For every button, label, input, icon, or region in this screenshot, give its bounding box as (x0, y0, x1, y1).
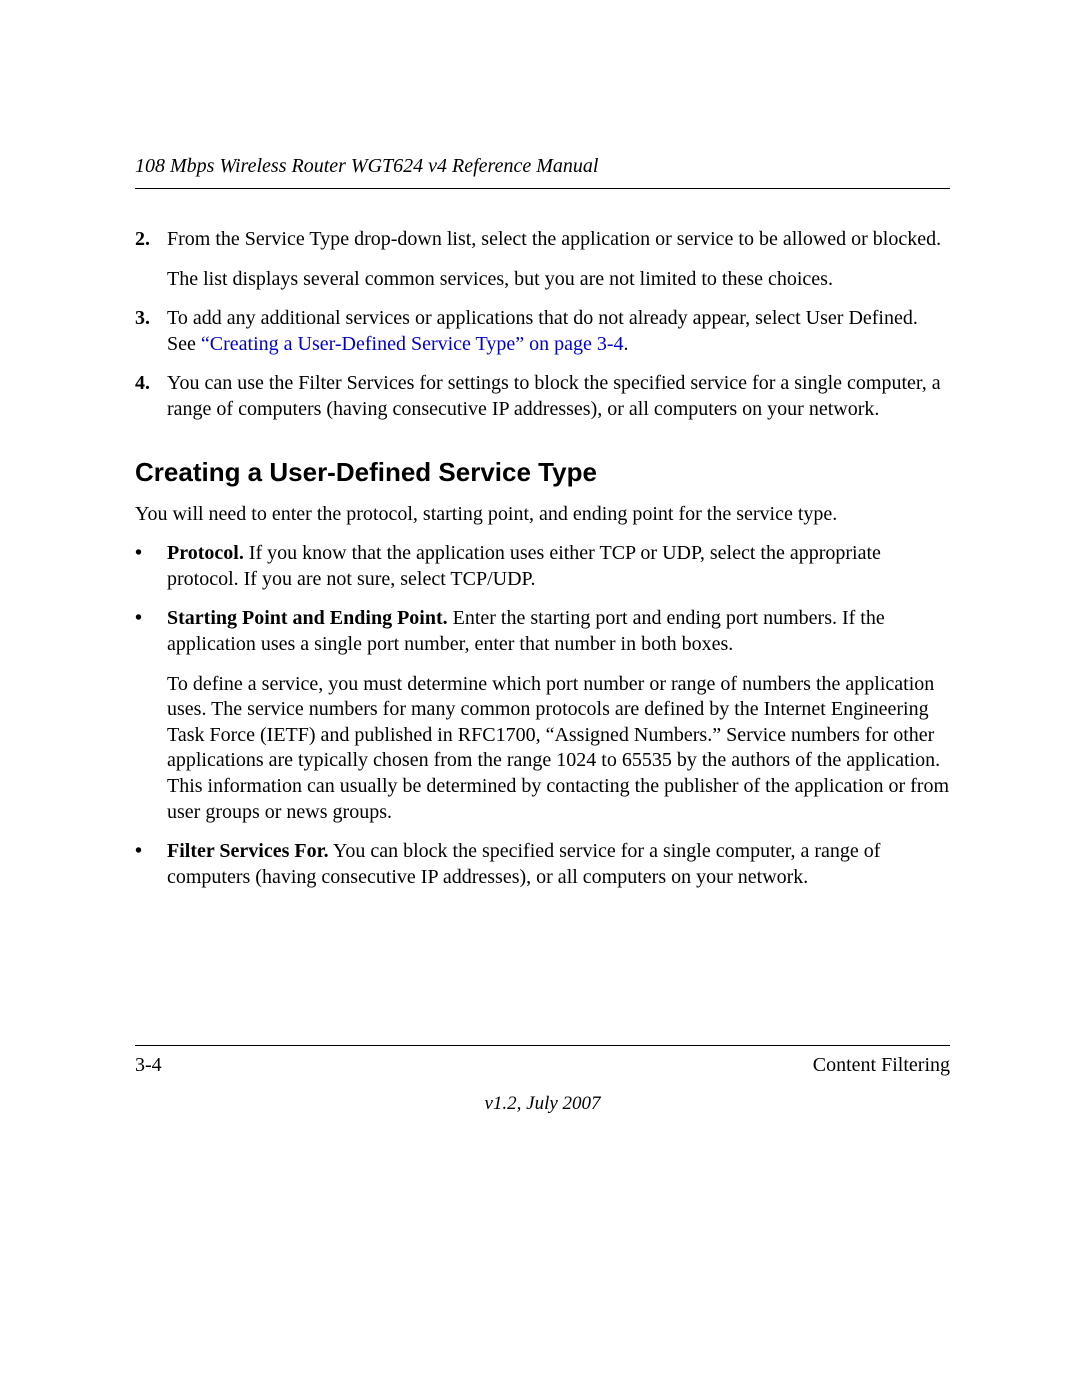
page-footer: 3-4 Content Filtering v1.2, July 2007 (135, 1045, 950, 1115)
bullet-marker: • (135, 541, 167, 592)
bullet-subtext: To define a service, you must determine … (167, 672, 950, 826)
bullet-body: Starting Point and Ending Point. Enter t… (167, 606, 950, 825)
section-intro: You will need to enter the protocol, sta… (135, 502, 950, 528)
bullet-body: Filter Services For. You can block the s… (167, 839, 950, 890)
bullet-label: Filter Services For. (167, 840, 329, 862)
bullet-text: If you know that the application uses ei… (167, 542, 881, 590)
cross-reference-link[interactable]: “Creating a User-Defined Service Type” o… (201, 333, 624, 355)
step-3: 3. To add any additional services or app… (135, 306, 950, 357)
document-page: 108 Mbps Wireless Router WGT624 v4 Refer… (0, 0, 1080, 1397)
step-4: 4. You can use the Filter Services for s… (135, 371, 950, 422)
step-body: To add any additional services or applic… (167, 306, 950, 357)
running-header: 108 Mbps Wireless Router WGT624 v4 Refer… (135, 155, 950, 189)
bullet-marker: • (135, 606, 167, 825)
step-body: You can use the Filter Services for sett… (167, 371, 950, 422)
bullet-label: Protocol. (167, 542, 244, 564)
version-line: v1.2, July 2007 (135, 1093, 950, 1115)
step-subtext: The list displays several common service… (167, 267, 950, 293)
step-text: From the Service Type drop-down list, se… (167, 228, 941, 250)
step-2: 2. From the Service Type drop-down list,… (135, 227, 950, 292)
section-heading: Creating a User-Defined Service Type (135, 457, 950, 488)
step-tail: . (624, 333, 629, 355)
bullet-marker: • (135, 839, 167, 890)
step-body: From the Service Type drop-down list, se… (167, 227, 950, 292)
chapter-title: Content Filtering (813, 1054, 950, 1077)
bullet-filter-for: • Filter Services For. You can block the… (135, 839, 950, 890)
page-number: 3-4 (135, 1054, 162, 1077)
bullet-list: • Protocol. If you know that the applica… (135, 541, 950, 890)
bullet-body: Protocol. If you know that the applicati… (167, 541, 950, 592)
step-text: You can use the Filter Services for sett… (167, 372, 941, 420)
bullet-protocol: • Protocol. If you know that the applica… (135, 541, 950, 592)
step-number: 4. (135, 371, 167, 422)
step-number: 2. (135, 227, 167, 292)
step-number: 3. (135, 306, 167, 357)
bullet-label: Starting Point and Ending Point. (167, 607, 448, 629)
numbered-steps: 2. From the Service Type drop-down list,… (135, 227, 950, 423)
bullet-start-end: • Starting Point and Ending Point. Enter… (135, 606, 950, 825)
footer-rule-row: 3-4 Content Filtering (135, 1045, 950, 1077)
